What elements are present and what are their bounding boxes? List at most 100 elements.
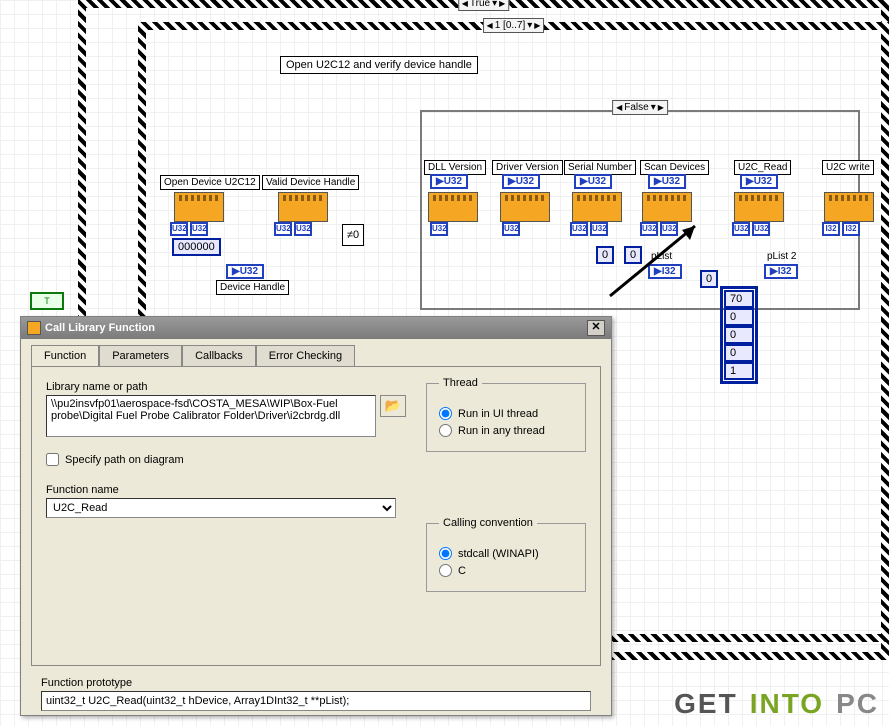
clf-node-valid-handle[interactable] <box>278 192 328 222</box>
function-prototype-display <box>41 691 591 711</box>
thread-ui-radio[interactable] <box>439 407 452 420</box>
browse-button[interactable]: 📂 <box>380 395 406 417</box>
terminal: U32 <box>752 222 770 236</box>
library-path-input[interactable]: \\pu2insvfp01\aerospace-fsd\COSTA_MESA\W… <box>46 395 376 437</box>
watermark-text: GET <box>674 688 738 720</box>
node-label-u2c-write: U2C write <box>822 160 874 175</box>
watermark: GET INTO PC <box>674 688 879 720</box>
array-cell: 1 <box>724 362 754 380</box>
case-selector-small[interactable]: ◀ False ▾ ▶ <box>612 100 668 115</box>
clf-node-open-device[interactable] <box>174 192 224 222</box>
case-right-arrow-icon[interactable]: ▶ <box>534 21 540 30</box>
clf-node-u2c-read[interactable] <box>734 192 784 222</box>
node-label-dll-version: DLL Version <box>424 160 486 175</box>
function-name-label: Function name <box>46 484 586 496</box>
terminal: U32 <box>660 222 678 236</box>
array-cell: 0 <box>724 308 754 326</box>
node-label-open-device: Open Device U2C12 <box>160 175 260 190</box>
case-left-arrow-icon[interactable]: ◀ <box>462 0 468 8</box>
terminal: U32 <box>430 222 448 236</box>
plist-label: pList <box>648 250 675 263</box>
watermark-text: INTO <box>750 688 824 720</box>
comment-label: Open U2C12 and verify device handle <box>280 56 478 74</box>
array-cell: 70 <box>724 290 754 308</box>
watermark-text: PC <box>836 688 879 720</box>
clf-node-u2c-write[interactable] <box>824 192 874 222</box>
case-selector-small-label: False <box>624 102 648 113</box>
device-handle-label: Device Handle <box>216 280 289 295</box>
array-cell: 0 <box>724 326 754 344</box>
case-right-arrow-icon[interactable]: ▶ <box>658 103 664 112</box>
numeric-indicator[interactable]: 0 <box>700 270 718 288</box>
call-library-function-dialog[interactable]: Call Library Function ✕ Function Paramet… <box>20 316 612 716</box>
function-prototype-label: Function prototype <box>41 677 591 689</box>
numeric-indicator[interactable]: 0 <box>596 246 614 264</box>
cc-stdcall-label: stdcall (WINAPI) <box>458 548 539 560</box>
case-left-arrow-icon[interactable]: ◀ <box>616 103 622 112</box>
case-selector-outer-label: True <box>470 0 490 9</box>
indicator-u32[interactable]: ▶U32 <box>226 264 264 279</box>
dropdown-icon[interactable]: ▾ <box>651 102 656 113</box>
thread-any-radio[interactable] <box>439 424 452 437</box>
close-icon: ✕ <box>591 321 600 333</box>
cc-legend: Calling convention <box>439 517 537 529</box>
node-label-serial-number: Serial Number <box>564 160 636 175</box>
indicator-i32[interactable]: ▶I32 <box>648 264 682 279</box>
indicator-u32[interactable]: ▶U32 <box>502 174 540 189</box>
tab-error-checking[interactable]: Error Checking <box>256 345 355 366</box>
case-structure-small[interactable]: ◀ False ▾ ▶ <box>420 110 860 310</box>
terminal: U32 <box>190 222 208 236</box>
cc-c-label: C <box>458 565 466 577</box>
case-right-arrow-icon[interactable]: ▶ <box>499 0 505 8</box>
constant-value[interactable]: 000000 <box>172 238 221 256</box>
calling-convention-groupbox: Calling convention stdcall (WINAPI) C <box>426 517 586 592</box>
terminal: U32 <box>274 222 292 236</box>
case-selector-inner[interactable]: ◀ 1 [0..7] ▾ ▶ <box>483 18 545 33</box>
terminal: U32 <box>590 222 608 236</box>
case-left-arrow-icon[interactable]: ◀ <box>487 21 493 30</box>
tab-function[interactable]: Function <box>31 345 99 366</box>
node-label-u2c-read: U2C_Read <box>734 160 791 175</box>
array-indicator[interactable]: 70 0 0 0 1 <box>720 286 758 384</box>
terminal: U32 <box>570 222 588 236</box>
clf-node-dll-version[interactable] <box>428 192 478 222</box>
clf-node-serial-number[interactable] <box>572 192 622 222</box>
tab-callbacks[interactable]: Callbacks <box>182 345 256 366</box>
function-name-select[interactable]: U2C_Read <box>46 498 396 518</box>
close-button[interactable]: ✕ <box>587 320 605 336</box>
indicator-u32[interactable]: ▶U32 <box>648 174 686 189</box>
tab-panel-function: Library name or path \\pu2insvfp01\aeros… <box>31 366 601 666</box>
dialog-icon <box>27 321 41 335</box>
case-selector-outer[interactable]: ◀ True ▾ ▶ <box>458 0 510 11</box>
dropdown-icon[interactable]: ▾ <box>527 20 532 31</box>
specify-path-checkbox[interactable] <box>46 453 59 466</box>
node-label-scan-devices: Scan Devices <box>640 160 709 175</box>
terminal: U32 <box>170 222 188 236</box>
terminal: I32 <box>822 222 840 236</box>
node-label-driver-version: Driver Version <box>492 160 563 175</box>
dialog-title: Call Library Function <box>45 322 155 334</box>
case-selector-inner-label: 1 [0..7] <box>495 20 526 31</box>
terminal: U32 <box>732 222 750 236</box>
terminal: U32 <box>294 222 312 236</box>
indicator-u32[interactable]: ▶U32 <box>430 174 468 189</box>
block-diagram-canvas[interactable]: ◀ True ▾ ▶ ◀ 1 [0..7] ▾ ▶ Open U2C12 and… <box>0 0 889 726</box>
thread-any-label: Run in any thread <box>458 425 545 437</box>
boolean-constant[interactable]: T <box>30 292 64 310</box>
terminal: I32 <box>842 222 860 236</box>
numeric-indicator[interactable]: 0 <box>624 246 642 264</box>
cc-c-radio[interactable] <box>439 564 452 577</box>
dialog-titlebar[interactable]: Call Library Function ✕ <box>21 317 611 339</box>
indicator-u32[interactable]: ▶U32 <box>740 174 778 189</box>
tab-parameters[interactable]: Parameters <box>99 345 182 366</box>
dropdown-icon[interactable]: ▾ <box>492 0 497 9</box>
folder-icon: 📂 <box>385 398 402 414</box>
dialog-tabs: Function Parameters Callbacks Error Chec… <box>21 339 611 366</box>
indicator-u32[interactable]: ▶U32 <box>574 174 612 189</box>
thread-ui-label: Run in UI thread <box>458 408 538 420</box>
cc-stdcall-radio[interactable] <box>439 547 452 560</box>
clf-node-scan-devices[interactable] <box>642 192 692 222</box>
clf-node-driver-version[interactable] <box>500 192 550 222</box>
indicator-i32[interactable]: ▶I32 <box>764 264 798 279</box>
not-equal-node[interactable]: ≠0 <box>342 224 364 246</box>
